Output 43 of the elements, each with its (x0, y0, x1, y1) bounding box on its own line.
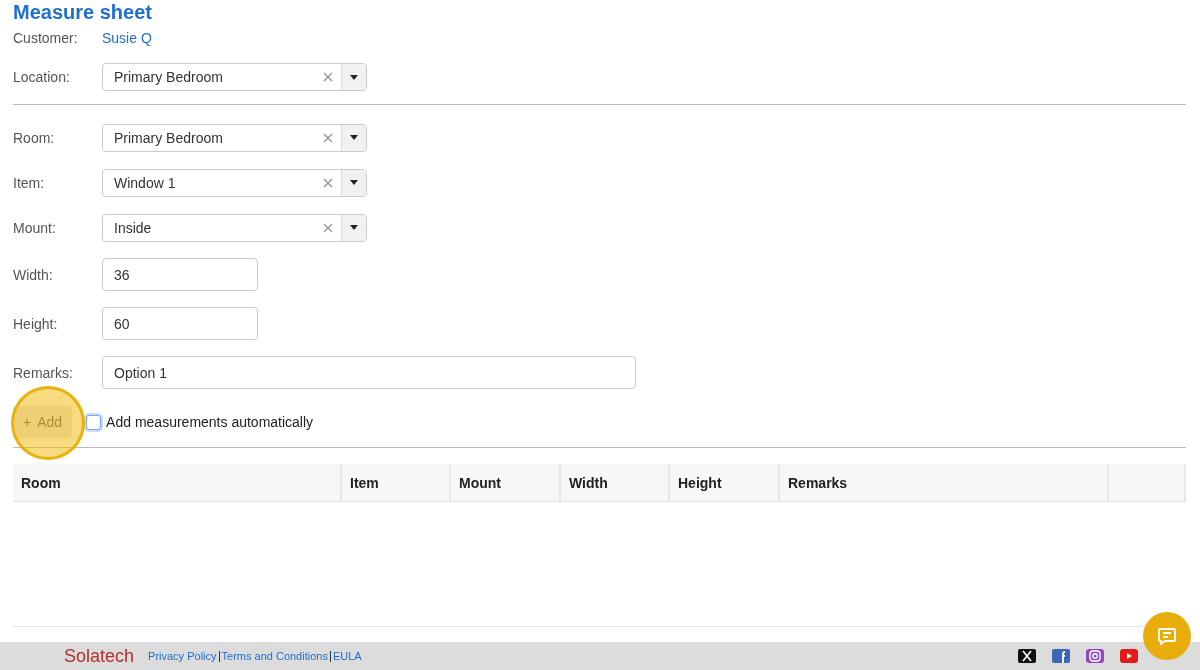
column-header[interactable]: Width (561, 464, 670, 501)
clear-icon[interactable] (323, 72, 333, 82)
instagram-icon[interactable] (1086, 649, 1104, 663)
field-label: Remarks: (13, 364, 74, 381)
field-label: Height: (13, 315, 59, 332)
field-label: Location: (13, 69, 71, 85)
footer-link[interactable]: EULA (332, 650, 362, 662)
caret-icon (350, 225, 358, 230)
chat-button[interactable] (1143, 612, 1191, 660)
field-label: Width: (13, 266, 54, 283)
checkbox[interactable] (86, 414, 102, 430)
checkbox-label: Add measurements automatically (106, 414, 314, 430)
select-field[interactable]: Primary Bedroom (102, 63, 367, 91)
clear-icon[interactable] (323, 177, 333, 188)
select-field[interactable]: Inside (102, 213, 367, 242)
field-label: Customer: (13, 30, 79, 46)
caret-icon (350, 180, 358, 185)
select-field[interactable]: Window 1 (102, 168, 367, 197)
x-icon[interactable] (1018, 649, 1036, 663)
footer-link[interactable]: Terms and Conditions (221, 650, 328, 662)
column-header[interactable]: Room (13, 464, 342, 501)
column-header[interactable]: Item (342, 464, 451, 501)
footer-link[interactable]: Privacy Policy (148, 650, 217, 662)
text-field[interactable]: 60 (102, 307, 258, 340)
caret-icon (350, 135, 358, 140)
text-field[interactable]: 36 (102, 258, 258, 291)
clear-icon[interactable] (323, 222, 333, 233)
text-field[interactable]: Option 1 (102, 356, 636, 389)
clear-icon[interactable] (323, 132, 333, 143)
column-header[interactable]: Mount (451, 464, 561, 501)
facebook-icon[interactable] (1052, 649, 1070, 663)
play-icon[interactable] (1120, 649, 1138, 663)
field-label: Item: (13, 174, 46, 191)
field-label: Room: (13, 129, 56, 146)
chat-icon (1157, 627, 1177, 645)
page-title: Measure sheet (13, 0, 153, 25)
select-field[interactable]: Primary Bedroom (102, 123, 367, 152)
customer-link[interactable]: Susie Q (102, 30, 152, 46)
caret-icon (350, 74, 358, 80)
column-header[interactable]: Height (670, 464, 780, 501)
logo[interactable]: Solatech (64, 645, 135, 667)
column-header[interactable]: Remarks (780, 464, 1109, 501)
field-label: Mount: (13, 219, 57, 236)
